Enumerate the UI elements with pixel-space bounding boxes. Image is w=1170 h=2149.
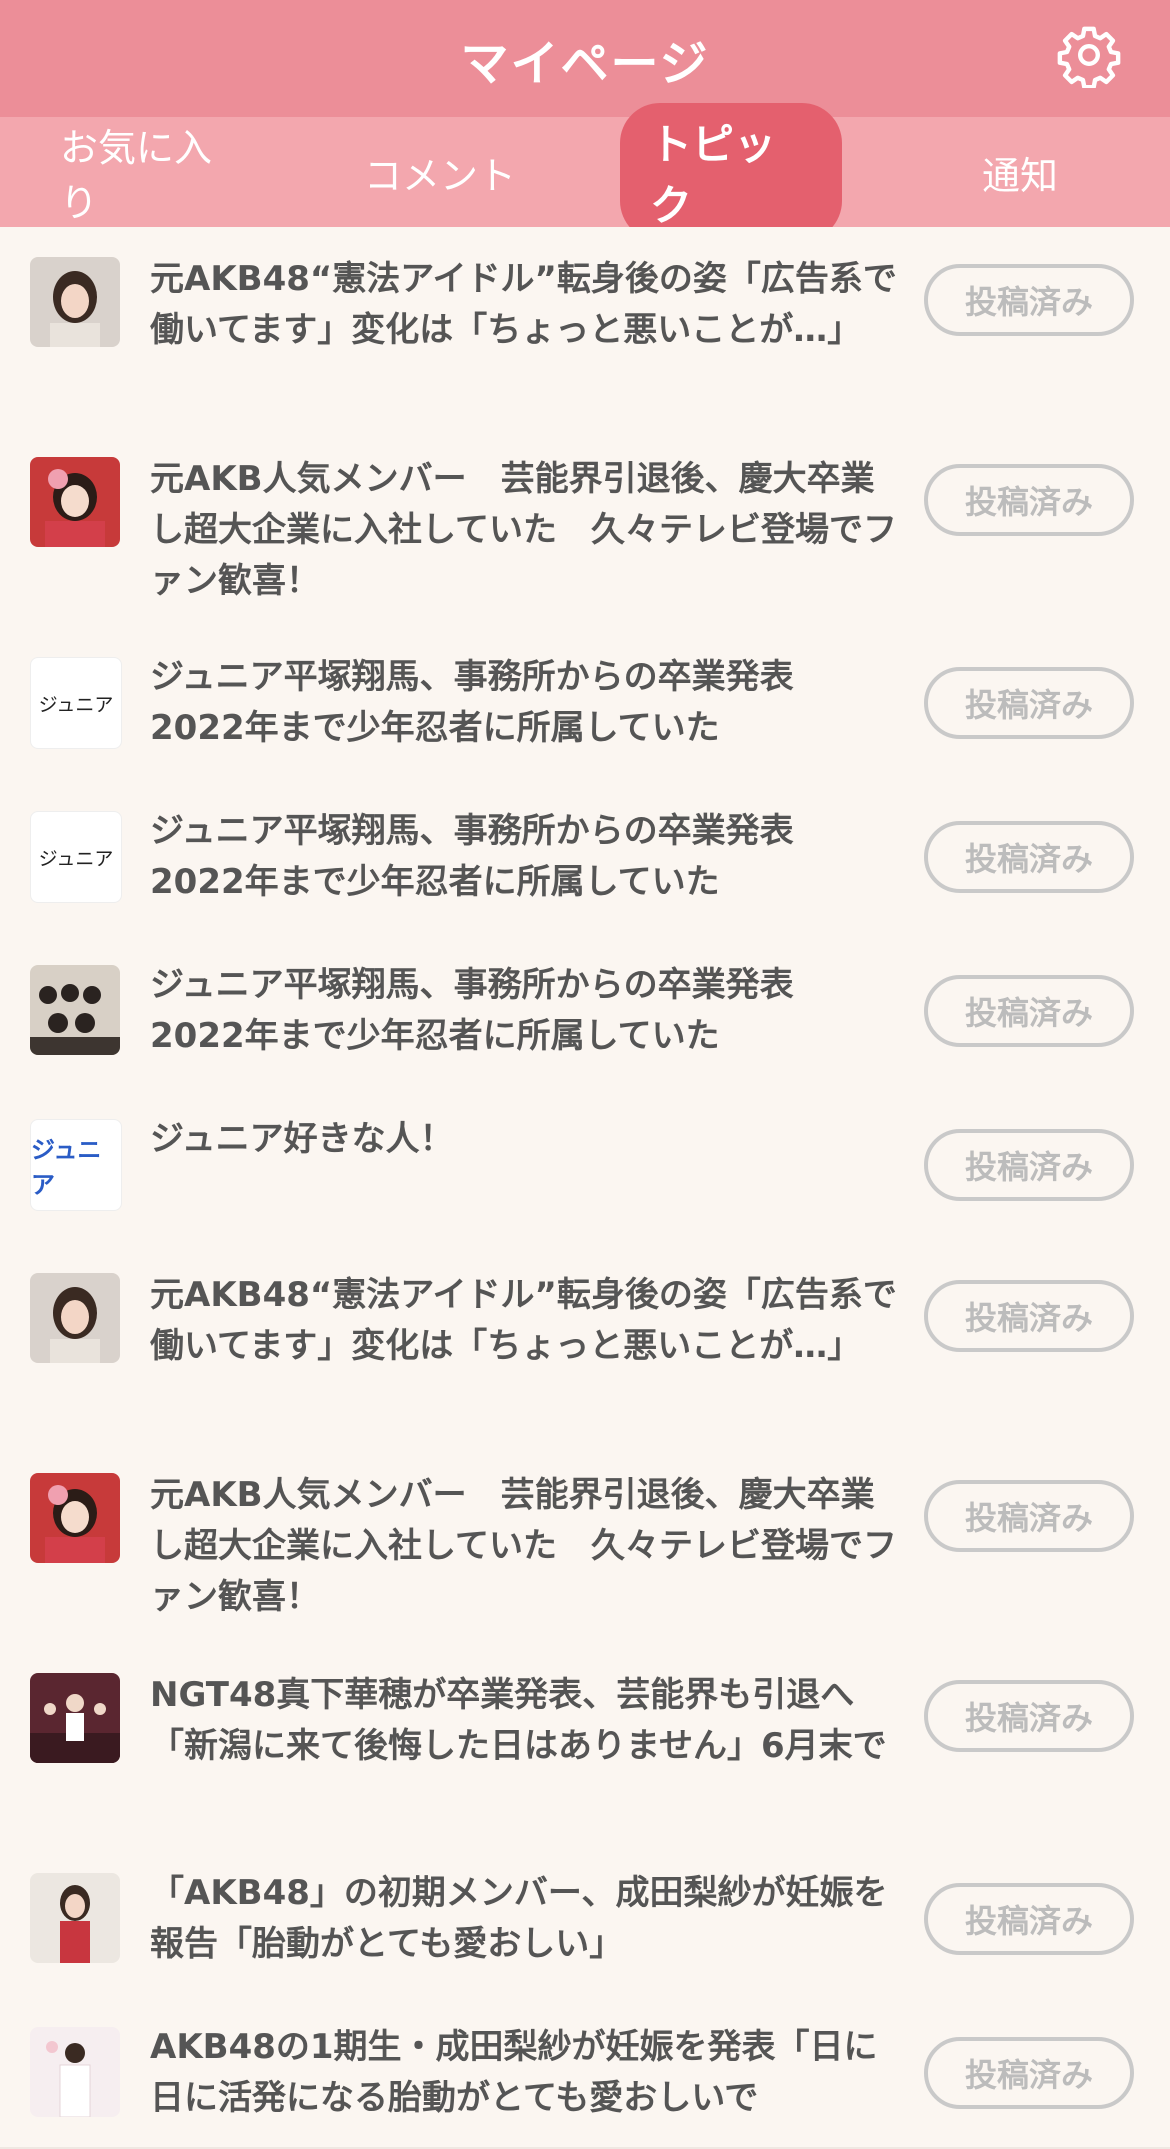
list-item[interactable]: 「AKB48」の初期メンバー、成田梨紗が妊娠を報告「胎動がとても愛おしい」 投稿… — [0, 1843, 1170, 1999]
list-item[interactable]: AKB48の1期生・成田梨紗が妊娠を発表「日に日に活発になる胎動がとても愛おしい… — [0, 1997, 1170, 2149]
thumbnail-image: ジュニア — [30, 1119, 122, 1211]
thumbnail-image — [30, 1473, 120, 1563]
list-item[interactable]: NGT48真下華穂が卒業発表、芸能界も引退へ「新潟に来て後悔した日はありません」… — [0, 1643, 1170, 1845]
topic-title: AKB48の1期生・成田梨紗が妊娠を発表「日に日に活発になる胎動がとても愛おしい… — [150, 2027, 878, 2118]
app-header: マイページ — [0, 0, 1170, 117]
posted-button[interactable]: 投稿済み — [924, 1129, 1134, 1201]
thumbnail-image — [30, 257, 120, 347]
posted-button[interactable]: 投稿済み — [924, 1883, 1134, 1955]
posted-button[interactable]: 投稿済み — [924, 821, 1134, 893]
topic-title: ジュニア平塚翔馬、事務所からの卒業発表 2022年まで少年忍者に所属していた — [150, 965, 794, 1056]
topic-title: 元AKB人気メンバー 芸能界引退後、慶大卒業し超大企業に入社していた 久々テレビ… — [150, 459, 897, 601]
tab-label: 通知 — [981, 153, 1058, 198]
list-item[interactable]: 元AKB48“憲法アイドル”転身後の姿「広告系で働いてます」変化は「ちょっと悪い… — [0, 1243, 1170, 1445]
thumbnail-image: ジュニア — [30, 811, 122, 903]
thumbnail-image — [30, 965, 120, 1055]
topic-title: ジュニア好きな人！ — [150, 1119, 454, 1159]
posted-button[interactable]: 投稿済み — [924, 1280, 1134, 1352]
list-item[interactable]: ジュニア ジュニア好きな人！ 投稿済み — [0, 1089, 1170, 1245]
list-item[interactable]: 元AKB人気メンバー 芸能界引退後、慶大卒業し超大企業に入社していた 久々テレビ… — [0, 427, 1170, 629]
list-item[interactable]: ジュニア ジュニア平塚翔馬、事務所からの卒業発表 2022年まで少年忍者に所属し… — [0, 627, 1170, 783]
topic-title: 元AKB48“憲法アイドル”転身後の姿「広告系で働いてます」変化は「ちょっと悪い… — [150, 259, 897, 350]
topic-title: 「AKB48」の初期メンバー、成田梨紗が妊娠を報告「胎動がとても愛おしい」 — [150, 1873, 888, 1964]
tab-topics[interactable]: トピック — [620, 103, 842, 241]
tab-label: コメント — [363, 153, 516, 198]
tab-notifications[interactable]: 通知 — [930, 117, 1110, 227]
posted-button[interactable]: 投稿済み — [924, 1680, 1134, 1752]
posted-button[interactable]: 投稿済み — [924, 667, 1134, 739]
tab-favorites[interactable]: お気に入り — [30, 117, 260, 227]
posted-button[interactable]: 投稿済み — [924, 464, 1134, 536]
list-item[interactable]: 元AKB48“憲法アイドル”転身後の姿「広告系で働いてます」変化は「ちょっと悪い… — [0, 227, 1170, 429]
list-item[interactable]: 元AKB人気メンバー 芸能界引退後、慶大卒業し超大企業に入社していた 久々テレビ… — [0, 1443, 1170, 1645]
tab-label: トピック — [620, 103, 842, 241]
list-item[interactable]: ジュニア平塚翔馬、事務所からの卒業発表 2022年まで少年忍者に所属していた 投… — [0, 935, 1170, 1091]
tab-comments[interactable]: コメント — [330, 117, 550, 227]
topic-title: ジュニア平塚翔馬、事務所からの卒業発表 2022年まで少年忍者に所属していた — [150, 811, 794, 902]
thumbnail-image — [30, 1673, 120, 1763]
gear-icon[interactable] — [1056, 22, 1122, 88]
thumbnail-image — [30, 457, 120, 547]
thumbnail-image: ジュニア — [30, 657, 122, 749]
topic-title: 元AKB人気メンバー 芸能界引退後、慶大卒業し超大企業に入社していた 久々テレビ… — [150, 1475, 897, 1617]
topic-title: NGT48真下華穂が卒業発表、芸能界も引退へ「新潟に来て後悔した日はありません」… — [150, 1675, 887, 1766]
thumbnail-image — [30, 1273, 120, 1363]
tab-bar: お気に入り コメント トピック 通知 — [0, 103, 1170, 241]
posted-button[interactable]: 投稿済み — [924, 975, 1134, 1047]
posted-button[interactable]: 投稿済み — [924, 2037, 1134, 2109]
thumbnail-image — [30, 2027, 120, 2117]
thumbnail-image — [30, 1873, 120, 1963]
posted-button[interactable]: 投稿済み — [924, 264, 1134, 336]
posted-button[interactable]: 投稿済み — [924, 1480, 1134, 1552]
page-title: マイページ — [460, 35, 710, 92]
topic-title: ジュニア平塚翔馬、事務所からの卒業発表 2022年まで少年忍者に所属していた — [150, 657, 794, 748]
topic-title: 元AKB48“憲法アイドル”転身後の姿「広告系で働いてます」変化は「ちょっと悪い… — [150, 1275, 897, 1366]
tab-label: お気に入り — [60, 126, 213, 225]
list-item[interactable]: ジュニア ジュニア平塚翔馬、事務所からの卒業発表 2022年まで少年忍者に所属し… — [0, 781, 1170, 937]
